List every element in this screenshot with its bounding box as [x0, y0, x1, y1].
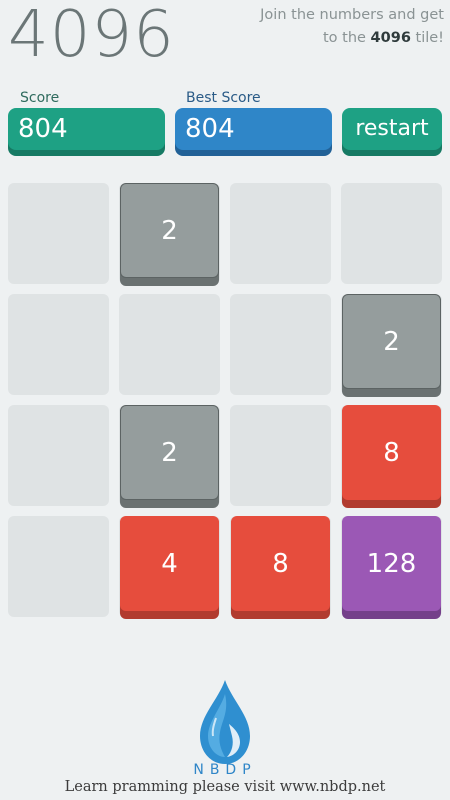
board-cell: [230, 183, 331, 284]
score-label: Score: [20, 90, 60, 106]
tile-4: 4: [120, 516, 219, 611]
score-value: 804: [8, 108, 165, 150]
tile-128: 128: [342, 516, 441, 611]
water-drop-logo-icon: [200, 680, 250, 764]
best-score-label: Best Score: [186, 90, 261, 106]
board-cell: [8, 516, 109, 617]
board-cell: [230, 294, 331, 395]
tile-8: 8: [342, 405, 441, 500]
board-cell: [8, 183, 109, 284]
board-cell: [119, 294, 220, 395]
board-cell: [230, 405, 331, 506]
footer-text: Learn pramming please visit www.nbdp.net: [64, 779, 386, 795]
tagline-highlight: 4096: [370, 30, 411, 46]
game-board[interactable]: 2 2 2 8 4 8 128: [8, 183, 442, 617]
board-cell: [8, 294, 109, 395]
tile-8: 8: [231, 516, 330, 611]
tile-2: 2: [120, 183, 219, 278]
best-score-value: 804: [175, 108, 332, 150]
board-cell: [8, 405, 109, 506]
game-title: 4096: [8, 0, 175, 72]
tagline: Join the numbers and get to the 4096 til…: [254, 4, 444, 50]
brand-name: NBDP: [193, 762, 257, 778]
tile-2: 2: [120, 405, 219, 500]
tagline-suffix: tile!: [410, 30, 445, 46]
board-cell: [341, 183, 442, 284]
tile-2: 2: [342, 294, 441, 389]
restart-button[interactable]: restart: [342, 108, 442, 150]
